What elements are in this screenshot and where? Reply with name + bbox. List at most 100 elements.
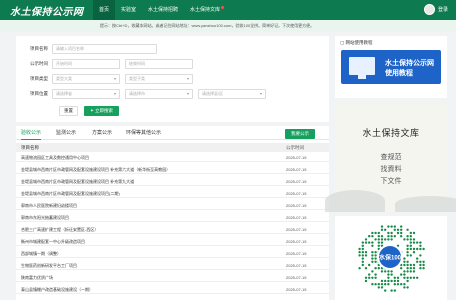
row-date: 2025-07-15: [286, 227, 307, 232]
project-name-label: 项目名称: [30, 45, 48, 51]
row-project-name[interactable]: 衡州市城建配套一中心升级改造项目: [21, 237, 85, 246]
table-row[interactable]: 金堤县城市西南片区市政管网及配套设施建设项目(二期) 2025-07-15: [16, 189, 329, 198]
table-row[interactable]: 西部城镇一期（调整） 2025-07-15: [16, 249, 329, 258]
chevron-down-icon: ▾: [259, 90, 262, 96]
col-date-header: 公示时间: [286, 145, 304, 150]
table-row[interactable]: 高速物流园区工具及数控通用中心项目 2025-07-15: [16, 153, 329, 162]
project-name-input[interactable]: 请输入项目名称: [52, 43, 157, 54]
row-location: 项目位置 请选择省 ▾ 请选择市 ▾ 请选择县/区 ▾: [16, 88, 271, 99]
row-date: 2025-07-15: [286, 155, 307, 160]
table-row[interactable]: 陕南富力优质广场 2025-07-15: [16, 273, 329, 282]
row-date: 2025-07-15: [286, 263, 307, 268]
nav-item-library[interactable]: 水土保持文库: [184, 0, 230, 20]
row-project-name[interactable]: 合肥三广高速扩建工程（拆迁安置区-西区）: [21, 225, 98, 234]
row-date: 2025-07-15: [286, 191, 307, 196]
row-project-name[interactable]: 金堤县城市西南片区市政管网及配套设施建设项目 补充第六大道（新华街至高教园）: [21, 165, 170, 174]
row-date: 公示时间 开始时间 结束时间: [16, 58, 198, 69]
table-row[interactable]: 郭南市人民医院新建妇幼楼项目 2025-07-15: [16, 201, 329, 210]
login-link[interactable]: 登录: [438, 6, 448, 13]
table-row[interactable]: 衡州市城建配套一中心升级改造项目 2025-07-15: [16, 237, 329, 246]
tab-plan[interactable]: 方案公示: [92, 126, 112, 140]
library-card[interactable]: 水土保持文库 查规范 找資料 下文件: [325, 104, 456, 212]
table-row[interactable]: 金堤县城市西南片区市政管网及配套设施建设项目 补充第六大道（新华街至高教园） 20…: [16, 165, 329, 174]
new-dot-icon: [221, 6, 225, 9]
library-line: 找資料: [380, 165, 402, 173]
table-row[interactable]: 合肥三广高速扩建工程（拆迁安置区-西区） 2025-07-15: [16, 225, 329, 234]
chevron-down-icon: ▾: [113, 75, 116, 81]
site-logo[interactable]: 水土保持公示网: [10, 3, 84, 18]
notice-list-panel: 验收公示 监测公示 方案公示 环保等其他公示 我要公示 项目名称 公示时间 高速…: [16, 126, 329, 300]
row-project-name[interactable]: 郭南市东阳光抽蓄建设项目: [21, 213, 69, 222]
district-select[interactable]: 请选择县/区 ▾: [198, 88, 266, 99]
row-project-name[interactable]: 泰山县镇棚户改造基础设施建设（一期）: [21, 285, 93, 294]
library-title: 水土保持文库: [362, 129, 420, 139]
row-project-name[interactable]: 高速物流园区工具及数控通用中心项目: [21, 153, 89, 162]
qr-box: 水保100: [335, 216, 447, 300]
library-banner[interactable]: 水土保持文库 查规范 找資料 下文件: [325, 104, 456, 212]
library-line: 下文件: [380, 177, 402, 185]
tab-acceptance[interactable]: 验收公示: [21, 126, 42, 140]
date-label: 公示时间: [30, 60, 48, 66]
publish-button[interactable]: 我要公示: [285, 129, 315, 139]
reset-button[interactable]: 重置: [59, 106, 78, 116]
tab-monitoring[interactable]: 监测公示: [56, 126, 76, 140]
nav-item-lab[interactable]: 实验室: [115, 0, 142, 20]
table-row[interactable]: 生物医药创新研发平台工厂项目 2025-07-15: [16, 261, 329, 270]
banner-line1: 水土保持公示网: [385, 60, 434, 67]
start-date-input[interactable]: 开始时间: [52, 58, 120, 69]
chevron-down-icon: ▾: [113, 90, 116, 96]
row-project-name[interactable]: 郭南市人民医院新建妇幼楼项目: [21, 201, 77, 210]
banner-line2: 使用教程: [385, 70, 413, 77]
top-navigation-bar: 水土保持公示网 首页 实验室 水土保持招聘 水土保持文库 登录: [0, 0, 456, 20]
row-date: 2025-07-15: [286, 179, 307, 184]
row-date: 2025-07-15: [286, 287, 307, 292]
end-date-input[interactable]: 结束时间: [125, 58, 193, 69]
type-label: 项目类型: [30, 75, 48, 81]
nav-item-jobs[interactable]: 水土保持招聘: [142, 0, 184, 20]
search-button[interactable]: ✦ 立即搜索: [84, 106, 119, 116]
row-date: 2025-07-15: [286, 203, 307, 208]
avatar[interactable]: [423, 4, 435, 15]
chevron-down-icon: ▾: [186, 75, 189, 81]
row-project-name[interactable]: 金堤县城市西南片区市政管网及配套设施建设项目 补充第九大道: [21, 177, 134, 186]
chevron-down-icon: ▾: [186, 90, 189, 96]
type-big-select[interactable]: 类型大类 ▾: [52, 73, 120, 84]
city-select[interactable]: 请选择市 ▾: [125, 88, 193, 99]
row-type: 项目类型 类型大类 ▾ 类型子类 ▾: [16, 73, 198, 84]
row-project-name[interactable]: 金堤县城市西南片区市政管网及配套设施建设项目(二期): [21, 189, 120, 198]
table-row[interactable]: 金堤县城市西南片区市政管网及配套设施建设项目 补充第九大道 2025-07-15: [16, 177, 329, 186]
qr-card: 水保100: [335, 216, 447, 300]
row-project-name: 项目名称 请输入项目名称: [16, 43, 162, 54]
main-nav: 首页 实验室 水土保持招聘 水土保持文库: [93, 0, 230, 20]
computer-icon: [349, 57, 375, 79]
type-small-select[interactable]: 类型子类 ▾: [125, 73, 193, 84]
location-label: 项目位置: [30, 90, 48, 96]
nav-item-home[interactable]: 首页: [93, 0, 116, 20]
mountain-decoration: [395, 196, 456, 212]
mountain-decoration: [325, 190, 385, 212]
table-row[interactable]: 泰山县镇棚户改造基础设施建设（一期） 2025-07-15: [16, 285, 329, 294]
province-select[interactable]: 请选择省 ▾: [52, 88, 120, 99]
library-line: 查规范: [380, 153, 402, 161]
tutorial-card: ▢ 网站使用教程 水土保持公示网 使用教程: [335, 36, 447, 98]
row-date: 2025-07-15: [286, 215, 307, 220]
tab-other[interactable]: 环保等其他公示: [126, 126, 161, 140]
qr-caption: 水保100: [379, 254, 402, 262]
table-row[interactable]: 郭南市东阳光抽蓄建设项目 2025-07-15: [16, 213, 329, 222]
col-name-header: 项目名称: [21, 145, 39, 150]
tutorial-title: ▢ 网站使用教程: [340, 40, 373, 45]
tutorial-banner[interactable]: 水土保持公示网 使用教程: [341, 50, 441, 84]
qr-code-icon: 水保100: [358, 225, 425, 292]
table-header: 项目名称 公示时间: [16, 143, 329, 152]
tip-bar: 提示：按Ctrl+D，收藏本网站。或者记住网站地址：www.yanshou100…: [0, 20, 456, 32]
row-date: 2025-07-15: [286, 275, 307, 280]
row-project-name[interactable]: 西部城镇一期（调整）: [21, 249, 61, 258]
row-project-name[interactable]: 陕南富力优质广场: [21, 273, 53, 282]
row-date: 2025-07-15: [286, 167, 307, 172]
row-date: 2025-07-15: [286, 251, 307, 256]
notice-tabs: 验收公示 监测公示 方案公示 环保等其他公示 我要公示: [16, 126, 329, 140]
search-panel: 项目名称 请输入项目名称 公示时间 开始时间 结束时间 项目类型 类型大类 ▾ 类…: [16, 36, 329, 122]
row-date: 2025-07-15: [286, 239, 307, 244]
row-project-name[interactable]: 生物医药创新研发平台工厂项目: [21, 261, 77, 270]
user-area[interactable]: 登录: [423, 4, 448, 15]
